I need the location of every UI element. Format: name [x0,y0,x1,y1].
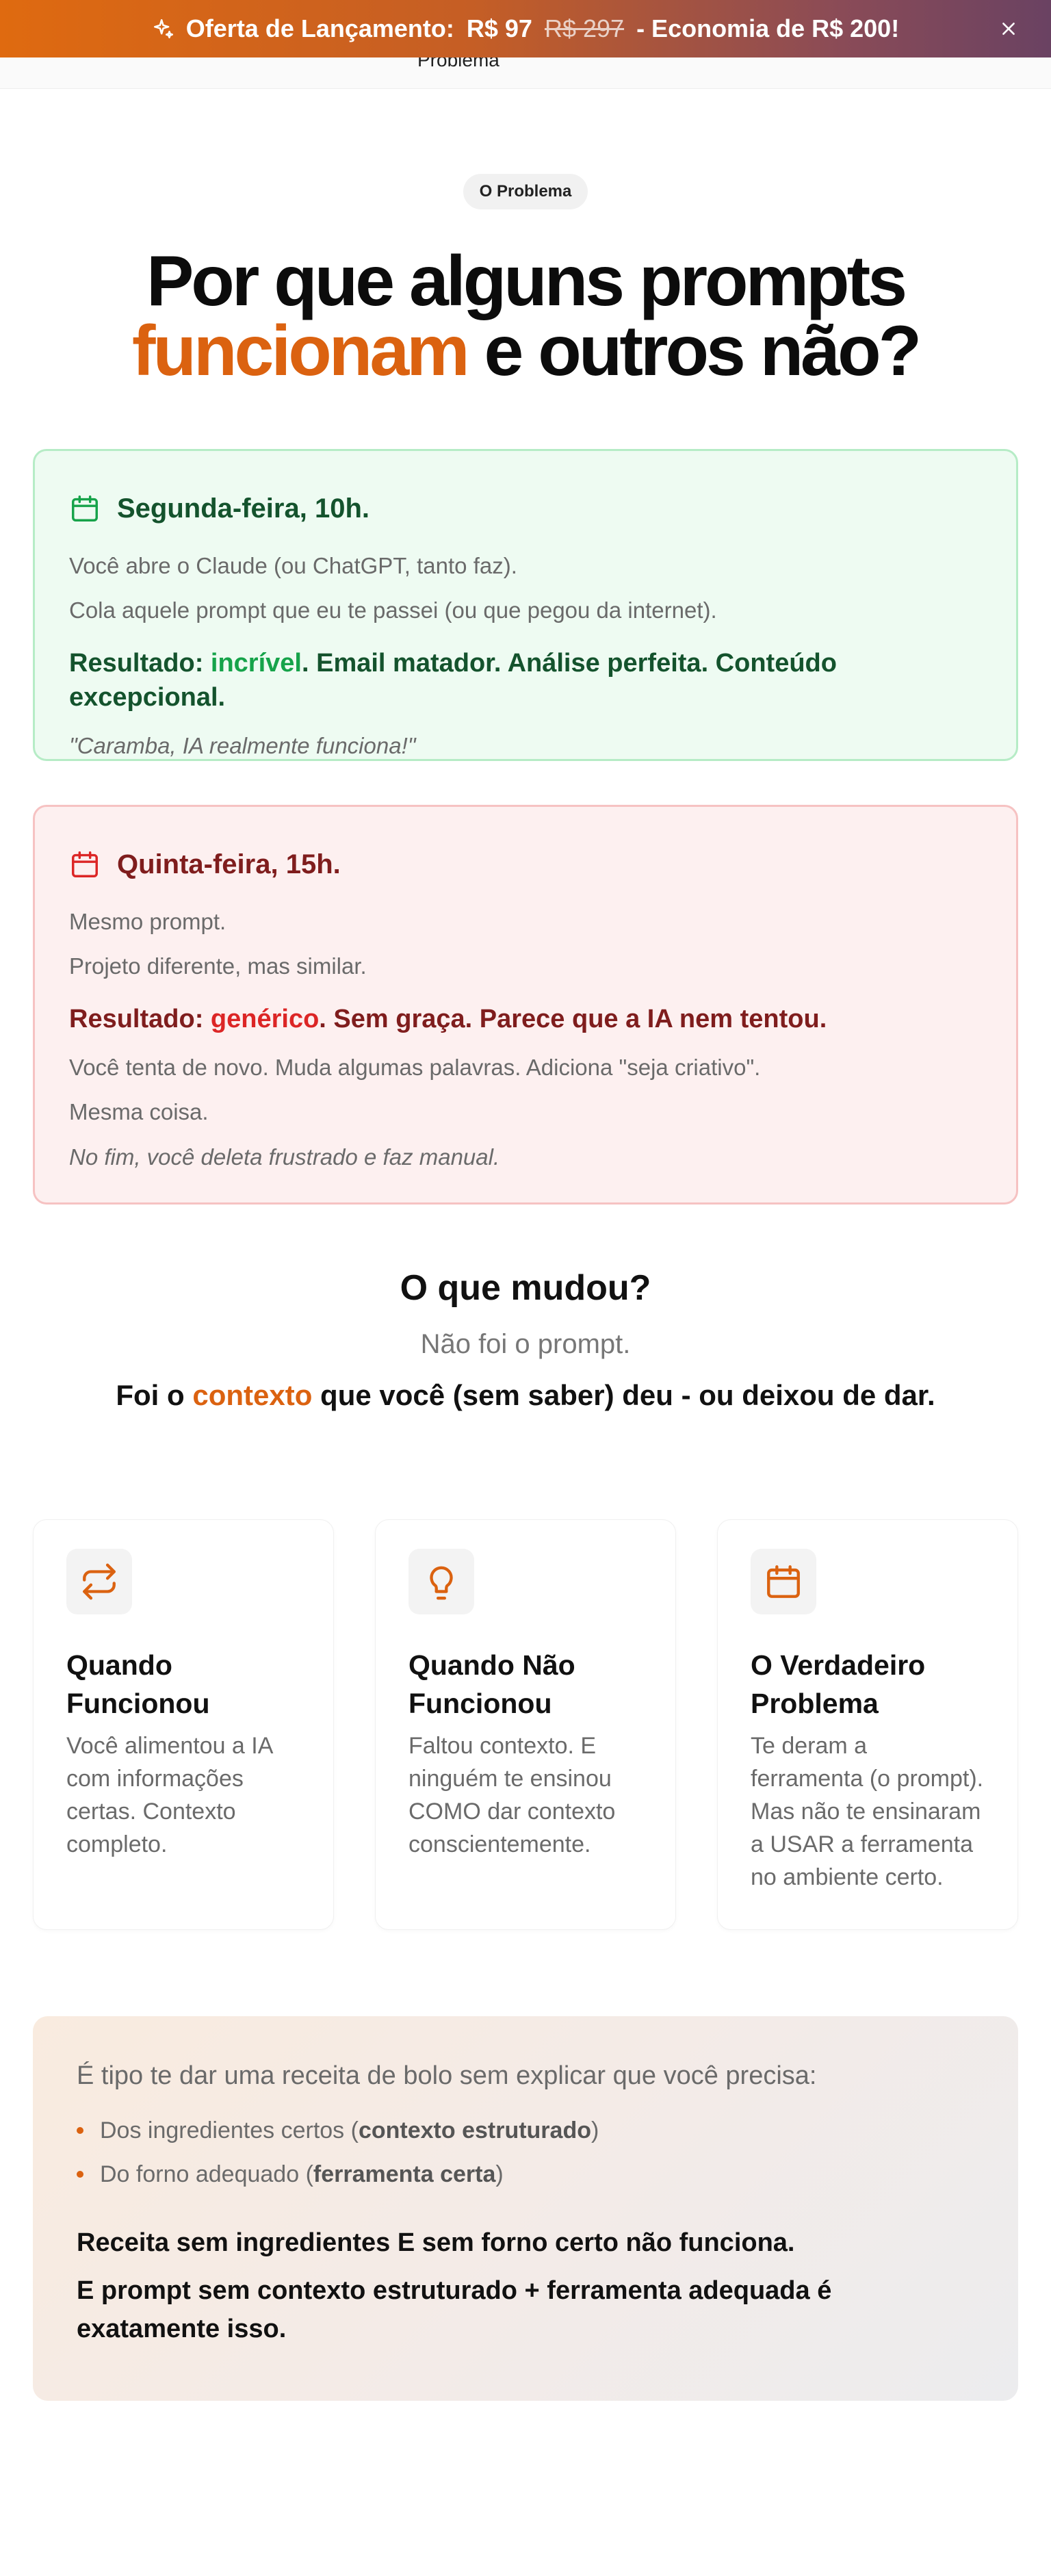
feature-text: Você alimentou a IA com informações cert… [66,1733,272,1857]
announcement-bar: Oferta de Lançamento: R$ 97 R$ 297 - Eco… [0,0,1051,57]
close-icon [1002,23,1015,35]
analogy-intro: É tipo te dar uma receita de bolo sem ex… [77,2061,817,2090]
thursday-text-2: Projeto diferente, mas similar. [69,953,367,979]
thursday-result: Resultado: genérico. Sem graça. Parece q… [69,1002,982,1036]
announcement-savings: - Economia de R$ 200! [636,14,900,42]
monday-result-highlight: incrível [210,649,302,678]
analogy-conclusion-2: E prompt sem contexto estruturado + ferr… [77,2276,832,2343]
feature-title: O Verdadeiro Problema [751,1649,926,1719]
monday-text-2: Cola aquele prompt que eu te passei (ou … [69,597,717,623]
close-announcement-button[interactable] [995,15,1022,42]
announcement-price: R$ 97 [466,14,532,42]
monday-title: Segunda-feira, 10h. [117,493,369,524]
announcement-old-price: R$ 297 [544,14,625,42]
list-item-suffix: ) [591,2117,599,2143]
feature-card-worked: Quando Funcionou Você alimentou a IA com… [33,1519,334,1930]
monday-text-1: Você abre o Claude (ou ChatGPT, tanto fa… [69,553,517,578]
thursday-text-4: Mesma coisa. [69,1099,209,1124]
thursday-title: Quinta-feira, 15h. [117,849,341,879]
feature-icon-box [66,1549,132,1614]
section-badge: O Problema [463,174,588,209]
what-changed-section: O que mudou? Não foi o prompt. Foi o con… [0,1267,1051,1412]
feature-title: Quando Não Funcionou [408,1649,575,1719]
monday-card: Segunda-feira, 10h. Você abre o Claude (… [33,449,1018,761]
feature-icon-box [408,1549,474,1614]
list-item-prefix: Dos ingredientes certos ( [100,2117,359,2143]
headline-rest: e outros não? [467,311,922,391]
announcement-label: Oferta de Lançamento: [185,14,454,42]
what-changed-title: O que mudou? [400,1268,651,1308]
analogy-conclusion-1: Receita sem ingredientes E sem forno cer… [77,2228,795,2257]
headline-accent: funcionam [131,311,470,391]
what-changed-rest: que você (sem saber) deu - ou deixou de … [312,1379,935,1411]
thursday-result-rest: . Sem graça. Parece que a IA nem tentou. [319,1005,827,1033]
thursday-result-prefix: Resultado: [69,1005,211,1033]
feature-title: Quando Funcionou [66,1649,210,1719]
feature-text: Faltou contexto. E ninguém te ensinou CO… [408,1733,616,1857]
list-item-bold: ferramenta certa [313,2161,496,2187]
analogy-box: É tipo te dar uma receita de bolo sem ex… [33,2016,1018,2401]
monday-quote: "Caramba, IA realmente funciona!" [69,733,416,758]
bullet-dot [77,2171,83,2178]
lightbulb-icon [430,1566,453,1600]
list-item-suffix: ) [495,2161,504,2187]
monday-result-prefix: Resultado: [69,649,211,678]
analogy-list: Dos ingredientes certos (contexto estrut… [77,2115,974,2189]
calendar-icon [767,1565,800,1598]
sparkle-icon [153,18,173,39]
page-title: Por que alguns prompts funcionam e outro… [0,246,1051,387]
thursday-text-1: Mesmo prompt. [69,909,226,934]
monday-title-row: Segunda-feira, 10h. [69,488,982,529]
feature-card-real-problem: O Verdadeiro Problema Te deram a ferrame… [717,1519,1018,1930]
what-changed-line: Foi o contexto que você (sem saber) deu … [0,1379,1051,1412]
list-item: Dos ingredientes certos (contexto estrut… [77,2115,974,2146]
repeat-arrows-icon [83,1563,116,1600]
what-changed-prefix: Foi o [116,1379,193,1411]
thursday-quote: No fim, você deleta frustrado e faz manu… [69,1144,500,1170]
headline-line1: Por que alguns prompts [146,242,907,321]
feature-text: Te deram a ferramenta (o prompt). Mas nã… [751,1733,984,1890]
thursday-result-highlight: genérico [210,1005,320,1033]
what-changed-accent: contexto [192,1379,313,1411]
list-item: Do forno adequado (ferramenta certa) [77,2159,974,2189]
feature-icon-box [751,1549,816,1614]
list-item-prefix: Do forno adequado ( [100,2161,313,2187]
nav-strip: Problema [0,49,1051,89]
calendar-icon [72,851,98,877]
bullet-dot [77,2127,83,2134]
list-item-bold: contexto estruturado [358,2117,591,2143]
section-badge-wrap: O Problema [0,174,1051,209]
thursday-title-row: Quinta-feira, 15h. [69,844,982,885]
thursday-text-3: Você tenta de novo. Muda algumas palavra… [69,1055,761,1080]
feature-card-did-not-work: Quando Não Funcionou Faltou contexto. E … [375,1519,676,1930]
thursday-card: Quinta-feira, 15h. Mesmo prompt. Projeto… [33,805,1018,1205]
monday-result: Resultado: incrível. Email matador. Anál… [69,646,982,714]
what-changed-subtitle: Não foi o prompt. [420,1329,631,1359]
calendar-icon [72,495,98,521]
